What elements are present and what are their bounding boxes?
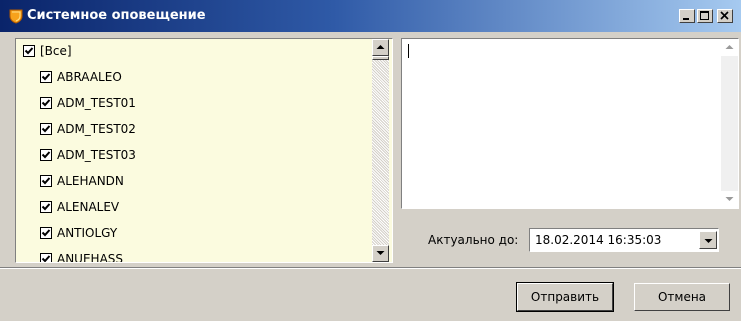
bottom-divider xyxy=(0,267,741,269)
list-item-label: ADM_TEST01 xyxy=(57,96,136,110)
checkmark-icon xyxy=(41,151,51,159)
checkmark-icon xyxy=(41,177,51,185)
list-scroll-down-button[interactable] xyxy=(372,245,389,262)
list-scrollbar[interactable] xyxy=(372,39,389,262)
shield-icon xyxy=(9,9,23,24)
date-dropdown-button[interactable] xyxy=(699,231,717,249)
minimize-icon xyxy=(683,18,689,20)
list-item-label: ADM_TEST02 xyxy=(57,122,136,136)
list-item-label: [Все] xyxy=(40,44,72,58)
maximize-icon xyxy=(700,11,709,20)
checkmark-icon xyxy=(41,73,51,81)
list-item-label: ANTIOLGY xyxy=(57,226,118,240)
checkbox[interactable] xyxy=(40,201,52,213)
list-item-label: ALENALEV xyxy=(57,200,120,214)
list-item-label: ABRAALEO xyxy=(57,70,122,84)
text-caret xyxy=(408,44,409,58)
close-button[interactable] xyxy=(717,9,733,23)
list-item-label: ADM_TEST03 xyxy=(57,148,136,162)
list-item-label: ALEHANDN xyxy=(57,174,124,188)
message-textarea[interactable] xyxy=(401,38,739,209)
checkbox[interactable] xyxy=(40,253,52,262)
message-scroll-up-button[interactable] xyxy=(721,39,738,56)
message-scroll-down-button[interactable] xyxy=(721,191,738,208)
checkmark-icon xyxy=(24,47,34,55)
arrow-up-icon xyxy=(376,45,385,49)
title-bar[interactable]: Системное оповещение xyxy=(0,0,741,32)
list-scroll-thumb[interactable] xyxy=(372,56,389,60)
minimize-button[interactable] xyxy=(679,9,695,23)
actual-until-datetime-field[interactable]: 18.02.2014 16:35:03 xyxy=(529,228,719,252)
checkbox[interactable] xyxy=(23,45,35,57)
system-notification-window: Системное оповещение [Все] ABRAALEO ADM_TE… xyxy=(0,0,741,321)
checkmark-icon xyxy=(41,203,51,211)
close-icon xyxy=(720,11,729,20)
checkbox[interactable] xyxy=(40,149,52,161)
actual-until-label: Актуально до: xyxy=(428,233,519,247)
checkbox[interactable] xyxy=(40,97,52,109)
window-title: Системное оповещение xyxy=(27,8,206,23)
maximize-button[interactable] xyxy=(697,9,713,23)
checkbox[interactable] xyxy=(40,175,52,187)
checkmark-icon xyxy=(41,99,51,107)
arrow-down-icon xyxy=(376,251,385,255)
actual-until-value: 18.02.2014 16:35:03 xyxy=(535,233,662,247)
list-item-label: ANUEHASS xyxy=(57,252,124,263)
message-scrollbar[interactable] xyxy=(721,39,738,208)
checkbox[interactable] xyxy=(40,227,52,239)
send-button[interactable]: Отправить xyxy=(516,282,614,312)
arrow-up-icon xyxy=(725,45,734,49)
checkbox[interactable] xyxy=(40,71,52,83)
arrow-down-icon xyxy=(725,197,734,201)
checkmark-icon xyxy=(41,125,51,133)
checkmark-icon xyxy=(41,229,51,237)
chevron-down-icon xyxy=(704,239,713,243)
list-scroll-up-button[interactable] xyxy=(372,39,389,56)
recipients-list[interactable]: [Все] ABRAALEO ADM_TEST01 ADM_TEST02 ADM_TES… xyxy=(15,38,393,263)
checkmark-icon xyxy=(41,255,51,262)
cancel-button[interactable]: Отмена xyxy=(634,283,730,311)
checkbox[interactable] xyxy=(40,123,52,135)
